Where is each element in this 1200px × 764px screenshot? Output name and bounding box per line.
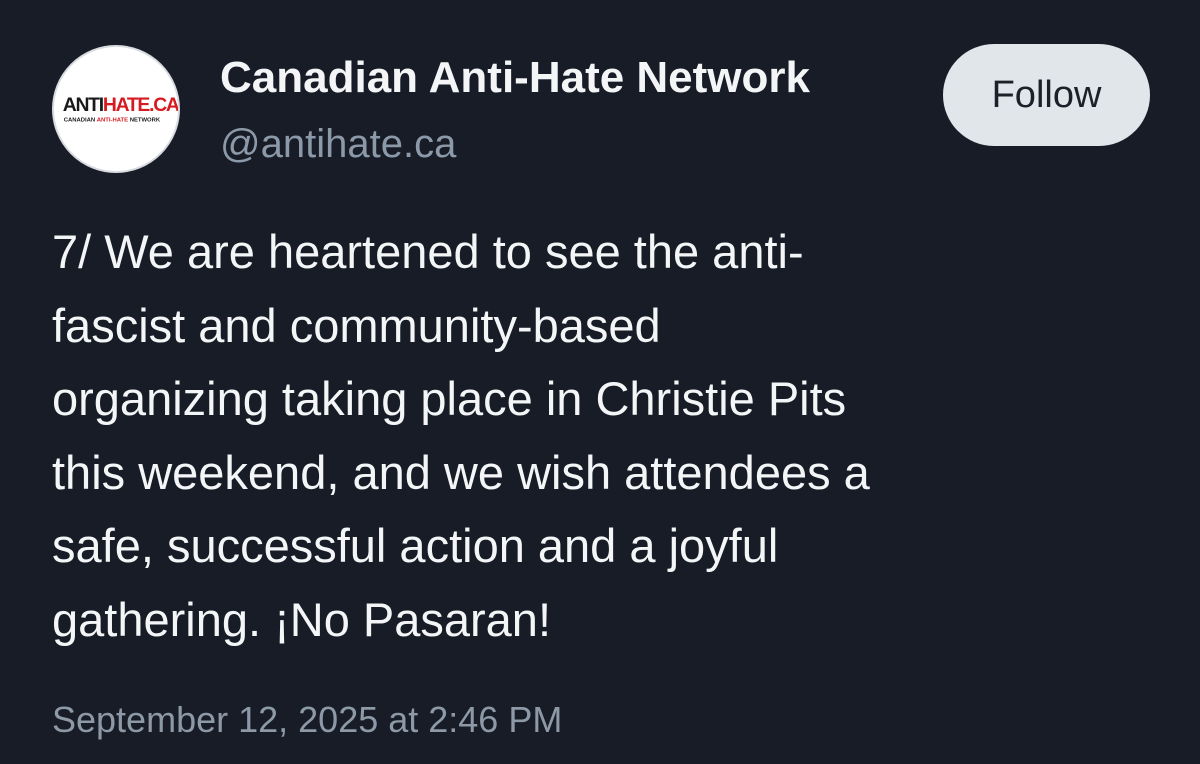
author-avatar[interactable]: ANTIHATE.CA CANADIAN ANTI-HATE NETWORK bbox=[52, 45, 180, 173]
post-text-line: fascist and community-based bbox=[52, 298, 661, 352]
antihate-logo: ANTIHATE.CA CANADIAN ANTI-HATE NETWORK bbox=[63, 94, 178, 124]
post-text-line: gathering. ¡No Pasaran! bbox=[52, 592, 552, 646]
logo-sub-canadian: CANADIAN bbox=[64, 118, 95, 124]
post-timestamp[interactable]: September 12, 2025 at 2:46 PM bbox=[52, 695, 562, 745]
post-text-line: this weekend, and we wish attendees a bbox=[52, 445, 870, 499]
post-text: 7/ We are heartened to see the anti- fas… bbox=[52, 215, 1162, 657]
svg-text:ANTIHATE.CA: ANTIHATE.CA bbox=[63, 94, 178, 116]
author-handle[interactable]: @antihate.ca bbox=[220, 118, 456, 170]
logo-hate: HATE.CA bbox=[103, 94, 178, 116]
post-text-line: safe, successful action and a joyful bbox=[52, 519, 779, 573]
logo-sub-network: NETWORK bbox=[130, 118, 161, 124]
post-text-line: 7/ We are heartened to see the anti- bbox=[52, 225, 804, 278]
svg-text:CANADIAN ANTI-HATE NETWORK: CANADIAN ANTI-HATE NETWORK bbox=[64, 118, 161, 124]
logo-anti: ANTI bbox=[63, 94, 104, 116]
follow-button[interactable]: Follow bbox=[943, 44, 1150, 146]
post-card: ANTIHATE.CA CANADIAN ANTI-HATE NETWORK C… bbox=[0, 0, 1200, 764]
author-display-name[interactable]: Canadian Anti-Hate Network bbox=[220, 50, 810, 106]
post-text-line: organizing taking place in Christie Pits bbox=[52, 372, 847, 426]
logo-sub-anti-hate: ANTI-HATE bbox=[97, 118, 128, 124]
